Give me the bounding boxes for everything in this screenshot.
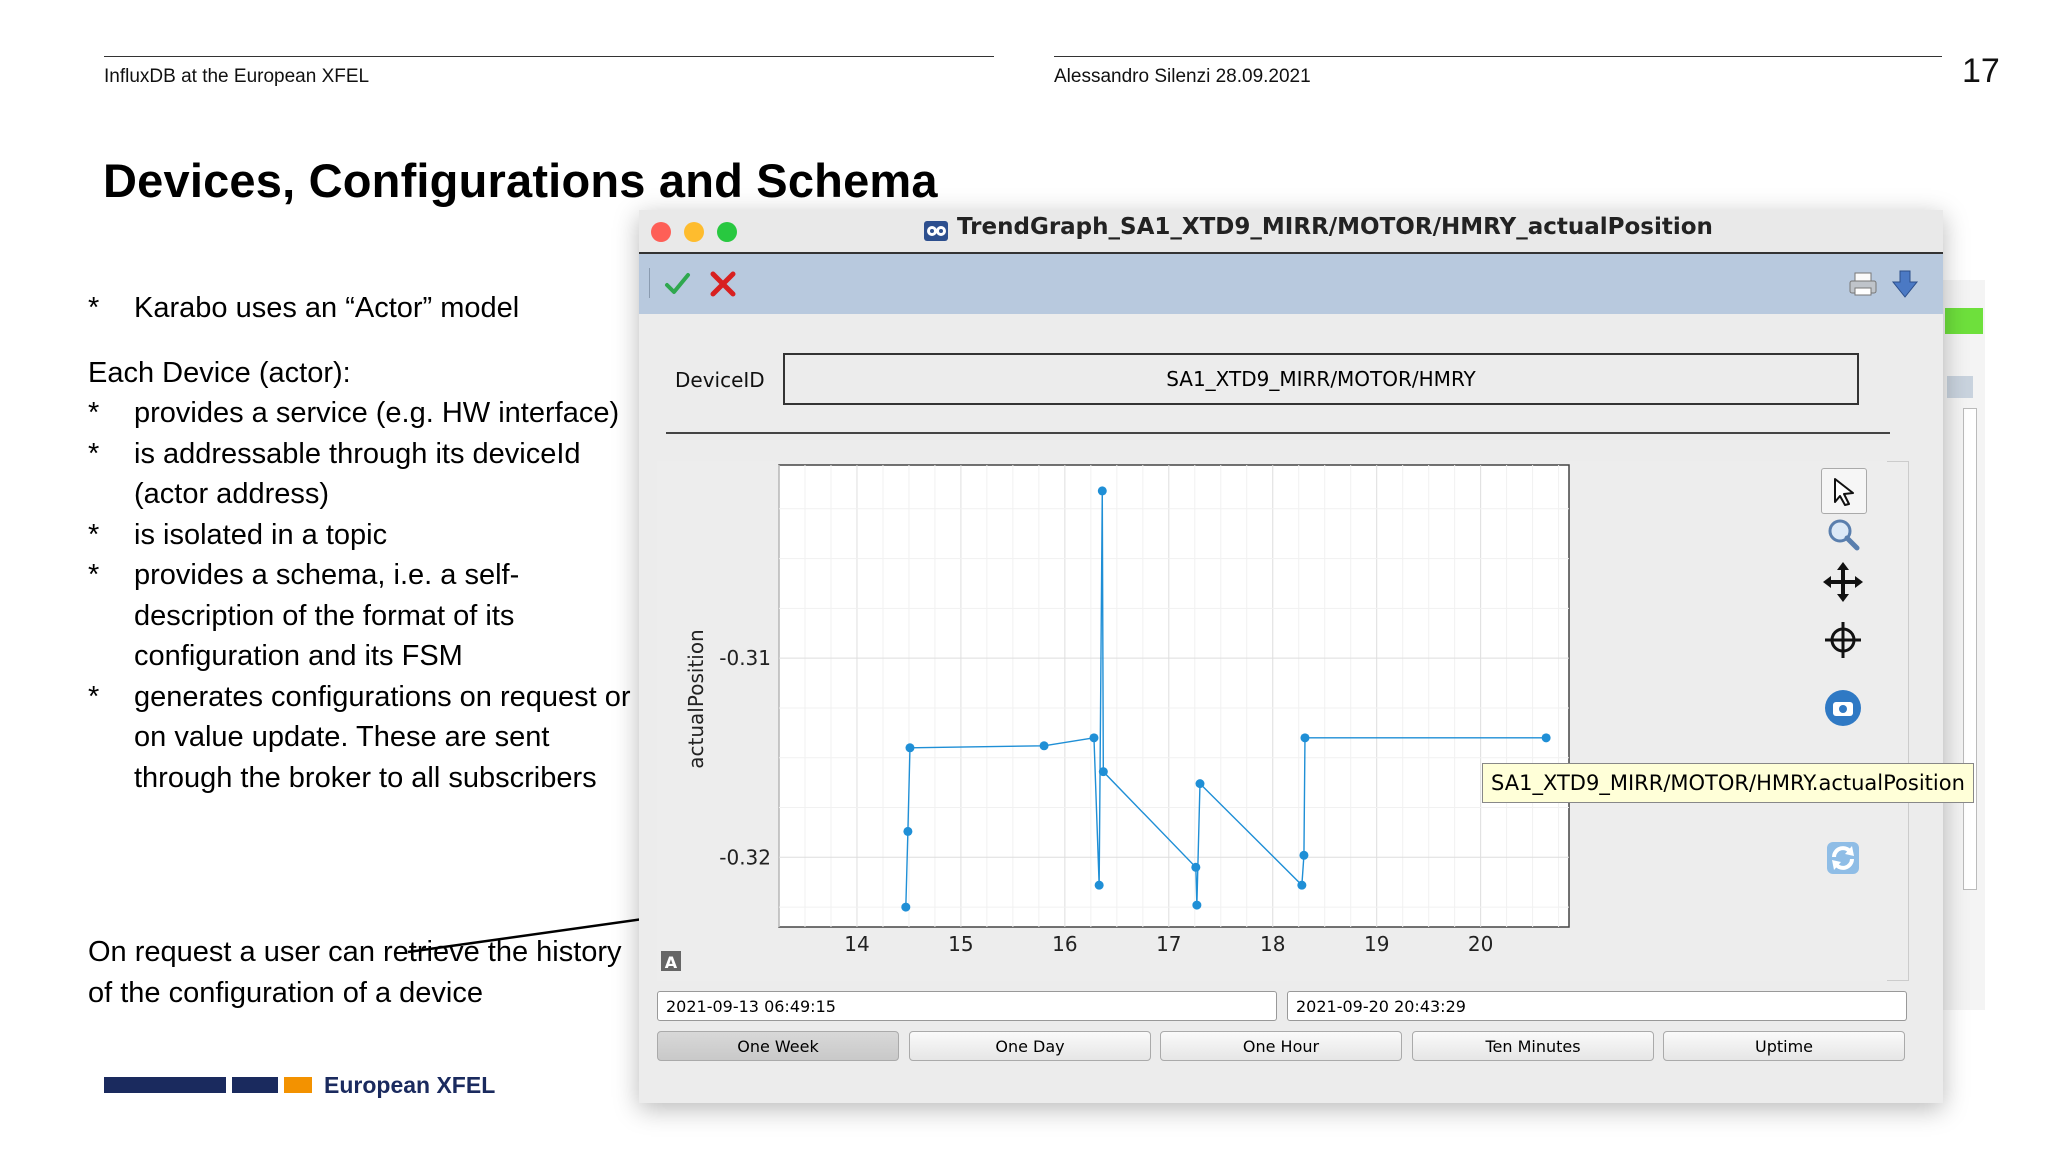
data-point[interactable] (1192, 900, 1202, 910)
bullet-text: provides a schema, i.e. a self-descripti… (134, 559, 520, 672)
cancel-x-icon[interactable] (707, 268, 739, 300)
data-point[interactable] (1089, 733, 1099, 743)
status-indicator (1945, 308, 1983, 334)
apply-check-icon[interactable] (661, 268, 693, 300)
window-titlebar: TrendGraph_SA1_XTD9_MIRR/MOTOR/HMRY_actu… (639, 210, 1943, 254)
x-tick-label: 16 (1052, 932, 1077, 956)
download-arrow-icon[interactable] (1889, 268, 1921, 300)
data-point[interactable] (1541, 733, 1551, 743)
bullet-marker: * (88, 397, 100, 429)
background-window (1940, 280, 1985, 1010)
one-week-button[interactable]: One Week (657, 1031, 899, 1061)
bullet-marker: * (88, 437, 100, 470)
bullet-item: * provides a service (e.g. HW interface) (88, 393, 648, 434)
refresh-icon[interactable] (1821, 836, 1865, 880)
close-window-button[interactable] (651, 222, 671, 242)
pointer-icon[interactable] (1821, 468, 1867, 514)
logo-bar-navy-long (104, 1077, 226, 1093)
bullet-item: * generates configurations on request or … (88, 677, 648, 799)
bullet-marker: * (88, 518, 100, 551)
data-point[interactable] (1300, 733, 1310, 743)
data-point[interactable] (1097, 486, 1107, 496)
x-tick-label: 20 (1468, 932, 1493, 956)
separator (666, 432, 1890, 434)
minimize-window-button[interactable] (684, 222, 704, 242)
start-time-field[interactable]: 2021-09-13 06:49:15 (657, 991, 1277, 1021)
trend-chart[interactable]: 14 15 16 17 18 19 20-0.31-0.32 actualPosition … (657, 461, 1887, 981)
bullet-text: is addressable through its deviceId (act… (134, 437, 581, 511)
data-point[interactable] (1191, 862, 1201, 872)
logo-bar-navy-short (232, 1077, 278, 1093)
x-tick-label: 17 (1156, 932, 1181, 956)
scrollbar[interactable] (1963, 408, 1977, 890)
header-rule-left (104, 56, 994, 57)
x-tick-label: 18 (1260, 932, 1285, 956)
device-id-label: DeviceID (675, 368, 765, 392)
bullet-text: is isolated in a topic (134, 518, 388, 551)
app-icon (924, 221, 948, 241)
data-point[interactable] (1039, 741, 1049, 751)
header-left-text: InfluxDB at the European XFEL (104, 66, 370, 87)
bullet-text: Karabo uses an “Actor” model (134, 292, 520, 324)
zoom-icon[interactable] (1821, 512, 1865, 556)
trendgraph-window: TrendGraph_SA1_XTD9_MIRR/MOTOR/HMRY_actu… (639, 210, 1943, 1103)
move-icon[interactable] (1821, 560, 1865, 604)
bullet-text: generates configurations on request or o… (134, 680, 631, 794)
one-day-button[interactable]: One Day (909, 1031, 1151, 1061)
printer-icon[interactable] (1847, 268, 1879, 300)
end-time-field[interactable]: 2021-09-20 20:43:29 (1287, 991, 1907, 1021)
data-point[interactable] (901, 902, 911, 912)
page-number: 17 (1962, 52, 2000, 90)
logo-bar-orange (284, 1077, 312, 1093)
window-toolbar (639, 254, 1943, 314)
header-rule-right (1054, 56, 1942, 57)
bullet-marker: * (88, 292, 100, 324)
bullet-list: * Karabo uses an “Actor” model Each Devic… (88, 288, 648, 798)
bullet-heading: Each Device (actor): (88, 353, 648, 394)
bullet-item: * is addressable through its deviceId (ac… (88, 434, 648, 515)
device-id-field[interactable]: SA1_XTD9_MIRR/MOTOR/HMRY (783, 353, 1859, 405)
one-hour-button[interactable]: One Hour (1160, 1031, 1402, 1061)
crosshair-icon[interactable] (1821, 618, 1865, 662)
ten-minutes-button[interactable]: Ten Minutes (1412, 1031, 1654, 1061)
bullet-item: * is isolated in a topic (88, 515, 648, 556)
slide-title: Devices, Configurations and Schema (103, 154, 938, 207)
series-tooltip: SA1_XTD9_MIRR/MOTOR/HMRY.actualPosition (1482, 763, 1974, 803)
zoom-window-button[interactable] (717, 222, 737, 242)
data-point[interactable] (1299, 850, 1309, 860)
bullet-text: provides a service (e.g. HW interface) (134, 397, 620, 429)
uptime-button[interactable]: Uptime (1663, 1031, 1905, 1061)
data-point[interactable] (1195, 779, 1205, 789)
y-axis-label: actualPosition (684, 629, 708, 768)
window-title: TrendGraph_SA1_XTD9_MIRR/MOTOR/HMRY_actu… (957, 214, 1713, 240)
x-tick-label: 19 (1364, 932, 1389, 956)
data-point[interactable] (1098, 767, 1108, 777)
data-point[interactable] (905, 743, 915, 753)
data-point[interactable] (903, 826, 913, 836)
autorange-glyph: A (665, 953, 678, 972)
y-tick-label: -0.31 (719, 646, 771, 670)
x-tick-label: 14 (844, 932, 869, 956)
bullet-text: Each Device (actor): (88, 356, 351, 389)
x-tick-label: 15 (948, 932, 973, 956)
bullet-marker: * (88, 559, 100, 591)
camera-icon[interactable] (1821, 686, 1865, 730)
data-point[interactable] (1094, 880, 1104, 890)
logo-text: European XFEL (324, 1072, 496, 1098)
bullet-item: * provides a schema, i.e. a self-descript… (88, 555, 648, 677)
settings-icon (1947, 376, 1973, 398)
y-tick-label: -0.32 (719, 845, 771, 869)
bullet-item: * Karabo uses an “Actor” model (88, 288, 648, 329)
header-right-text: Alessandro Silenzi 28.09.2021 (1054, 66, 1311, 87)
data-point[interactable] (1297, 880, 1307, 890)
bullet-marker: * (88, 680, 100, 713)
